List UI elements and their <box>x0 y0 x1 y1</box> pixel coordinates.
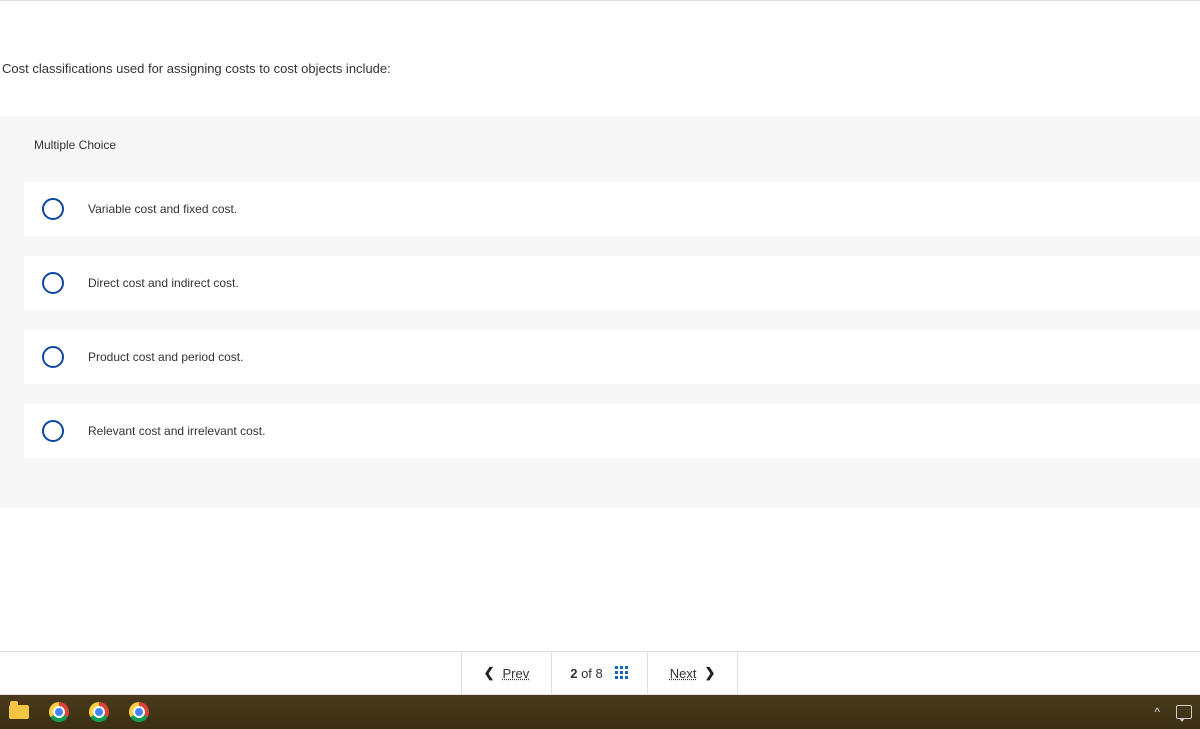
option-label: Product cost and period cost. <box>88 350 243 364</box>
option-label: Variable cost and fixed cost. <box>88 202 237 216</box>
question-text: Cost classifications used for assigning … <box>0 61 1200 116</box>
pager-current: 2 <box>570 666 577 681</box>
tray-chevron-up-icon[interactable]: ^ <box>1154 705 1160 719</box>
chrome-icon[interactable] <box>128 701 150 723</box>
grid-icon[interactable] <box>615 666 629 680</box>
pager-bar: ❮ Prev 2 of 8 Next ❯ <box>0 651 1200 695</box>
next-button[interactable]: Next ❯ <box>647 652 739 694</box>
radio-icon[interactable] <box>42 198 64 220</box>
option-row[interactable]: Direct cost and indirect cost. <box>24 256 1200 310</box>
next-label: Next <box>670 666 697 681</box>
option-label: Direct cost and indirect cost. <box>88 276 239 290</box>
radio-icon[interactable] <box>42 420 64 442</box>
action-center-icon[interactable] <box>1176 705 1192 719</box>
question-type-label: Multiple Choice <box>0 138 1200 182</box>
question-area: Cost classifications used for assigning … <box>0 1 1200 508</box>
pager-total: 8 <box>596 666 603 681</box>
pager-center: 2 of 8 <box>552 652 648 694</box>
file-explorer-icon[interactable] <box>8 701 30 723</box>
prev-button[interactable]: ❮ Prev <box>461 652 553 694</box>
option-row[interactable]: Product cost and period cost. <box>24 330 1200 384</box>
pager-of: of <box>581 666 592 681</box>
answers-container: Multiple Choice Variable cost and fixed … <box>0 116 1200 508</box>
chevron-left-icon: ❮ <box>484 665 495 681</box>
taskbar-right: ^ <box>1154 705 1192 719</box>
chrome-icon[interactable] <box>88 701 110 723</box>
radio-icon[interactable] <box>42 346 64 368</box>
option-row[interactable]: Relevant cost and irrelevant cost. <box>24 404 1200 458</box>
chevron-right-icon: ❯ <box>705 665 716 681</box>
radio-icon[interactable] <box>42 272 64 294</box>
chrome-icon[interactable] <box>48 701 70 723</box>
taskbar-left <box>8 701 150 723</box>
prev-label: Prev <box>502 666 529 681</box>
option-label: Relevant cost and irrelevant cost. <box>88 424 265 438</box>
option-row[interactable]: Variable cost and fixed cost. <box>24 182 1200 236</box>
pager-count: 2 of 8 <box>570 666 603 681</box>
taskbar: ^ <box>0 695 1200 729</box>
